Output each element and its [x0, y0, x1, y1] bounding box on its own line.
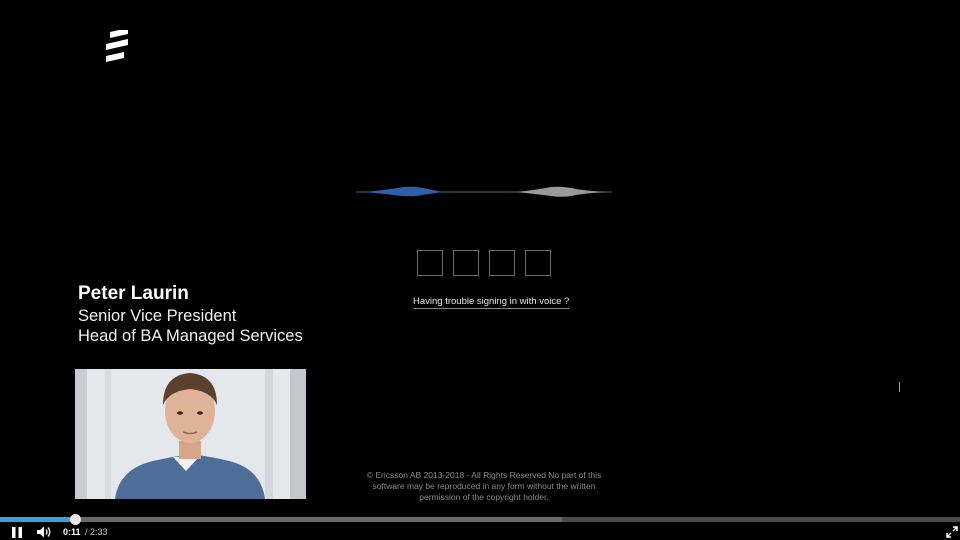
progress-played [0, 517, 75, 522]
speaker-portrait [75, 369, 306, 499]
voice-waveform [356, 186, 612, 197]
ericsson-logo-icon [106, 30, 128, 62]
progress-buffered [74, 517, 562, 522]
total-time: / 2:33 [85, 527, 108, 537]
progress-bar[interactable] [0, 514, 960, 525]
text-cursor [899, 382, 900, 392]
volume-icon[interactable] [36, 525, 52, 539]
voice-pin-boxes [417, 250, 551, 276]
fullscreen-icon[interactable] [946, 526, 958, 538]
current-time: 0:11 [63, 527, 81, 537]
pause-icon[interactable] [9, 525, 25, 539]
speaker-caption: Peter Laurin Senior Vice President Head … [78, 282, 303, 346]
speaker-name: Peter Laurin [78, 283, 189, 304]
voice-trouble-link[interactable]: Having trouble signing in with voice ? [413, 296, 570, 309]
pin-box[interactable] [453, 250, 479, 276]
speaker-title: Senior Vice President [78, 307, 237, 325]
copyright-line: permission of the copyright holder. [419, 492, 549, 502]
pin-box[interactable] [417, 250, 443, 276]
video-stage[interactable]: Having trouble signing in with voice ? P… [0, 0, 960, 517]
pin-box[interactable] [489, 250, 515, 276]
copyright-line: © Ericsson AB 2013-2018 - All Rights Res… [366, 470, 602, 480]
progress-handle[interactable] [69, 514, 81, 525]
copyright-line: software may be reproduced in any form w… [372, 481, 596, 491]
speaker-department: Head of BA Managed Services [78, 327, 303, 345]
pin-box[interactable] [525, 250, 551, 276]
copyright-notice: © Ericsson AB 2013-2018 - All Rights Res… [350, 470, 618, 503]
speaker-video [75, 369, 306, 499]
player-controls: 0:11 / 2:33 [0, 514, 960, 540]
